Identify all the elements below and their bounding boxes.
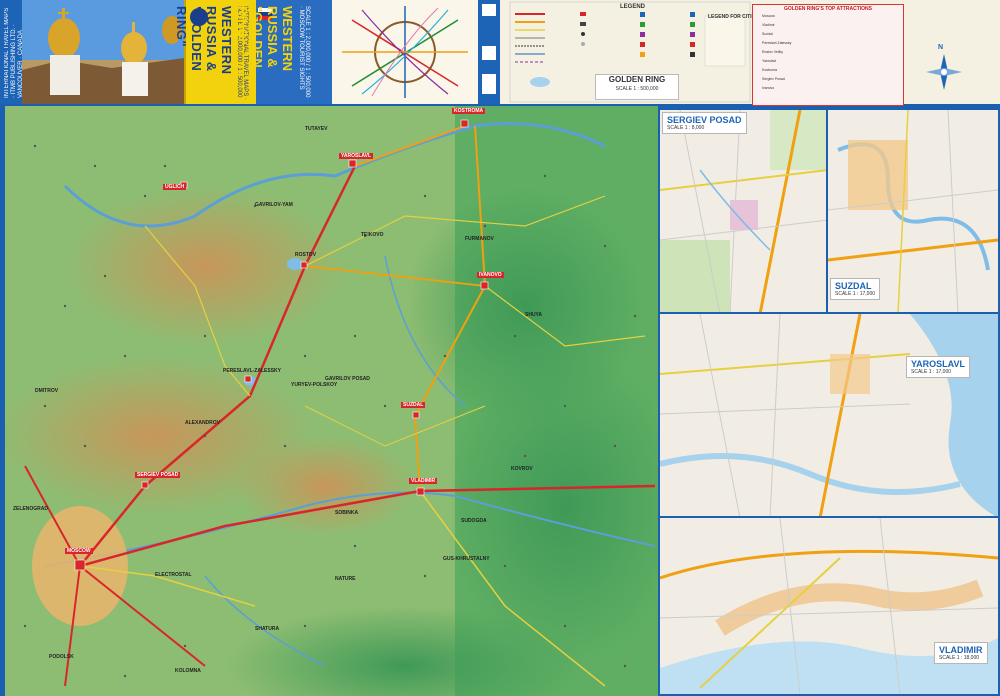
city-label: SOBINKA — [335, 510, 359, 516]
inset-title: VLADIMIR — [939, 645, 983, 655]
cover-subtitle-secondary: SCALE 1 : 2,000,000 / 1 : 500,000 · MOSC… — [298, 6, 310, 98]
city-label: GUS-KHRUSTALNY — [443, 556, 490, 562]
city-label: UGLICH — [163, 184, 187, 190]
legend-title: LEGEND — [620, 4, 646, 10]
attraction-item: Kostroma — [762, 68, 777, 72]
attraction-item: Pereslavl-Zalessky — [762, 41, 792, 45]
inset-title-box: VLADIMIR SCALE 1 : 18,000 — [934, 642, 988, 664]
city-label: FURMANOV — [465, 236, 494, 242]
cover-title-secondary: WESTERN RUSSIA & "GOLDEN RING" — [235, 6, 295, 71]
spine-text: INTERNATIONAL TRAVEL MAPS · ITMB PUBLISH… — [4, 7, 24, 98]
attraction-item: Vladimir — [762, 23, 775, 27]
city-label: YAROSLAVL — [339, 153, 374, 159]
attraction-item: Yaroslavl — [762, 59, 777, 63]
inset-suzdal-map[interactable]: SUZDAL SCALE 1 : 17,000 — [826, 108, 1000, 316]
city-label: YURYEV-POLSKOY — [291, 382, 338, 388]
city-label: NATURE — [335, 576, 356, 582]
city-label: SHATURA — [255, 626, 280, 632]
city-label: VLADIMIR — [409, 478, 438, 484]
cover-title: WESTERN RUSSIA & "GOLDEN RING" — [174, 6, 234, 75]
main-relief-map[interactable]: KOSTROMA YAROSLAVL UGLICH ROSTOV IVANOVO… — [5, 106, 658, 696]
golden-ring-title: GOLDEN RING — [608, 75, 666, 84]
city-label: TEIKOVO — [361, 232, 384, 238]
attraction-item: Sergiev Posad — [762, 77, 785, 81]
attraction-item: Ivanovo — [762, 86, 775, 90]
city-label: SUDOGDA — [461, 518, 487, 524]
city-label: KOSTROMA — [452, 108, 486, 114]
city-label: SERGIEV POSAD — [135, 472, 181, 478]
city-label: ELECTROSTAL — [155, 572, 192, 578]
city-label: PERESLAVL-ZALESSKY — [223, 368, 281, 374]
inset-title: YAROSLAVL — [911, 359, 966, 369]
compass-rose-icon — [924, 52, 964, 92]
inset-vladimir-map[interactable]: VLADIMIR SCALE 1 : 18,000 — [658, 516, 1000, 696]
city-label: KOLOMNA — [175, 668, 201, 674]
city-label: ZELENOGRAD — [13, 506, 48, 512]
inset-scale: SCALE 1 : 18,000 — [939, 655, 980, 661]
compass-north-label: N — [938, 44, 944, 51]
city-label: GAVRILOV POSAD — [325, 376, 370, 382]
city-label: TUTAYEV — [305, 126, 328, 132]
city-label: ROSTOV — [295, 252, 317, 258]
golden-ring-scale: SCALE 1 : 500,000 — [615, 86, 659, 92]
city-label: SHUYA — [525, 312, 543, 318]
city-label: MOSCOW — [65, 548, 93, 554]
city-label: PODOLSK — [49, 654, 74, 660]
city-label: IVANOVO — [477, 272, 504, 278]
inset-title: SERGIEV POSAD — [667, 115, 742, 125]
attraction-item: Moscow — [762, 14, 775, 18]
city-label: SUZDAL — [401, 402, 426, 408]
inset-scale: SCALE 1 : 17,000 — [835, 291, 876, 297]
inset-scale: SCALE 1 : 8,000 — [667, 125, 705, 131]
inset-title-box: SUZDAL SCALE 1 : 17,000 — [830, 278, 881, 300]
inset-yaroslavl-map[interactable]: YAROSLAVL SCALE 1 : 17,000 — [658, 312, 1000, 520]
city-label: KOVROV — [511, 466, 533, 472]
city-label: ALEXANDROV — [185, 420, 221, 426]
inset-title-box: YAROSLAVL SCALE 1 : 17,000 — [906, 356, 971, 378]
attraction-item: Rostov Veliky — [762, 50, 784, 54]
cover-photo-church-domes — [22, 0, 184, 104]
inset-sergiev-posad-map[interactable]: SERGIEV POSAD SCALE 1 : 8,000 — [658, 108, 830, 316]
city-label: GAVRILOV-YAM — [255, 202, 293, 208]
metro-diagram — [332, 0, 478, 104]
top-attractions-panel — [752, 4, 904, 106]
legend-cities-title: LEGEND FOR CITIES — [708, 14, 759, 20]
attraction-item: Suzdal — [762, 32, 773, 36]
inset-title-box: SERGIEV POSAD SCALE 1 : 8,000 — [662, 112, 747, 134]
top-attractions-title: GOLDEN RING'S TOP ATTRACTIONS — [784, 6, 872, 12]
city-label: DMITROV — [35, 388, 59, 394]
inset-title: SUZDAL — [835, 281, 872, 291]
barcode-strip — [478, 0, 500, 104]
inset-scale: SCALE 1 : 17,000 — [911, 369, 952, 375]
